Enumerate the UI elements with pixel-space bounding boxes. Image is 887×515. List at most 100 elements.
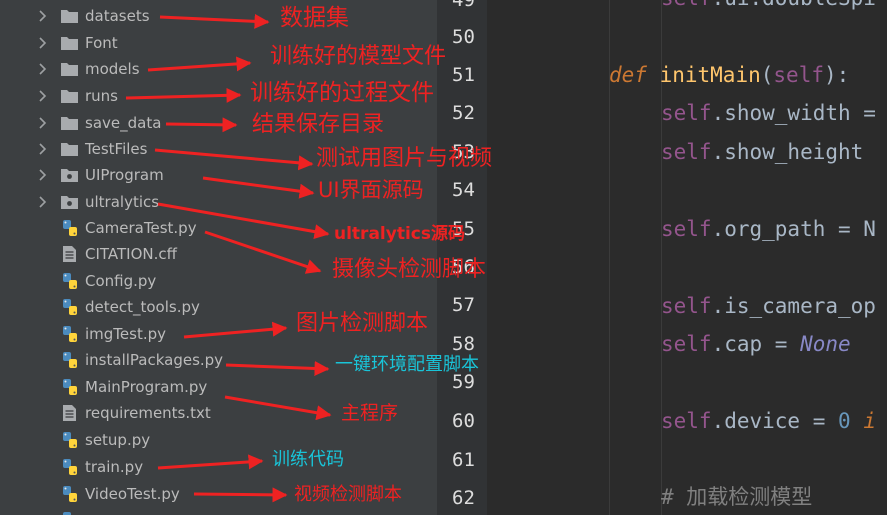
code-line-51[interactable]: def initMain(self): (609, 63, 849, 87)
tree-item-label: detect_tools.py (85, 298, 200, 316)
python-file-icon (63, 512, 71, 515)
code-text: .show_width = (711, 101, 876, 125)
line-number: 57 (452, 294, 475, 316)
code-line-62-comment[interactable]: # 加载检测模型 (661, 485, 812, 509)
code-line-49[interactable]: self.ui.doubleSpi (661, 0, 876, 10)
code-line-58[interactable]: self.cap = None (661, 332, 851, 356)
code-text: ): (823, 63, 850, 87)
if-keyword: i (850, 409, 876, 433)
self-keyword: self (661, 0, 712, 10)
python-file-icon (63, 432, 77, 448)
line-number: 52 (452, 102, 475, 124)
tree-item-label: train.py (85, 458, 144, 476)
annotation-label: 训练好的模型文件 (270, 44, 447, 69)
folder-icon (61, 10, 78, 23)
folder-icon (61, 143, 78, 156)
code-text: .device = (711, 409, 839, 433)
tree-item-mainprogram[interactable]: MainProgram.py (0, 374, 437, 400)
python-file-icon (63, 379, 77, 395)
code-text: .is_camera_op (711, 294, 876, 318)
tree-item-label: ultralytics (85, 193, 160, 211)
folder-icon (61, 63, 78, 76)
chevron-right-icon[interactable] (36, 168, 50, 182)
self-keyword: self (661, 101, 712, 125)
annotation-label: 摄像头检测脚本 (332, 257, 487, 282)
code-line-60[interactable]: self.device = 0 i (661, 409, 876, 433)
annotation-label: 图片检测脚本 (296, 311, 429, 336)
folder-icon (61, 117, 78, 130)
package-folder-icon (61, 169, 78, 182)
def-keyword: def (609, 63, 647, 87)
python-file-icon (63, 486, 77, 502)
chevron-right-icon[interactable] (36, 36, 50, 50)
code-text: ( (760, 63, 774, 87)
code-line-53[interactable]: self.show_height (661, 140, 863, 164)
annotation-label: 训练代码 (272, 449, 344, 470)
tree-item-label: TestFiles (85, 140, 148, 158)
annotation-label: 测试用图片与视频 (316, 146, 493, 171)
tree-item-label: VideoTest.py (85, 485, 180, 503)
self-keyword: self (773, 63, 824, 87)
annotation-label: UI界面源码 (318, 178, 424, 202)
annotation-label: 视频检测脚本 (294, 484, 402, 505)
python-file-icon (63, 273, 77, 289)
tree-item-label: Config.py (85, 272, 157, 290)
line-number: 51 (452, 64, 475, 86)
tree-item-label: imgTest.py (85, 325, 167, 343)
tree-item-label: Font (85, 34, 118, 52)
tree-item-setup[interactable]: setup.py (0, 427, 437, 453)
annotation-label: 主程序 (341, 402, 399, 424)
folder-icon (61, 90, 78, 103)
code-editor[interactable]: self.ui.doubleSpi def initMain(self): se… (487, 0, 887, 515)
line-number: 54 (452, 179, 475, 201)
tree-item-label: UIProgram (85, 166, 164, 184)
python-file-icon (63, 299, 77, 315)
chevron-right-icon[interactable] (36, 116, 50, 130)
line-number: 49 (452, 0, 475, 11)
tree-item-datasets[interactable]: datasets (0, 3, 437, 29)
code-text: .org_path = N (711, 217, 876, 241)
code-line-52[interactable]: self.show_width = (661, 101, 876, 125)
self-keyword: self (661, 140, 712, 164)
tree-item-train[interactable]: train.py (0, 454, 437, 480)
line-number: 58 (452, 333, 475, 355)
function-name: initMain (659, 63, 761, 87)
code-line-55[interactable]: self.org_path = N (661, 217, 876, 241)
annotation-label: 数据集 (280, 5, 349, 31)
tree-item-partial[interactable] (0, 507, 437, 515)
line-number: 62 (452, 487, 475, 509)
chevron-right-icon[interactable] (36, 62, 50, 76)
python-file-icon (63, 352, 77, 368)
chevron-right-icon[interactable] (36, 9, 50, 23)
annotation-label: 一键环境配置脚本 (335, 354, 479, 375)
tree-item-label: MainProgram.py (85, 378, 208, 396)
chevron-right-icon[interactable] (36, 89, 50, 103)
python-file-icon (63, 326, 77, 342)
tree-item-label: datasets (85, 7, 150, 25)
tree-item-label: CITATION.cff (85, 245, 177, 263)
tree-item-label: models (85, 60, 140, 78)
line-number: 50 (452, 26, 475, 48)
tree-item-label: setup.py (85, 431, 151, 449)
tree-item-label: runs (85, 87, 118, 105)
line-number: 61 (452, 449, 475, 471)
code-text: .ui.doubleSpi (712, 0, 876, 10)
code-line-57[interactable]: self.is_camera_op (661, 294, 876, 318)
code-text: .cap = (711, 332, 801, 356)
none-keyword: None (800, 332, 851, 356)
code-text: .show_height (711, 140, 864, 164)
chevron-right-icon[interactable] (36, 142, 50, 156)
self-keyword: self (661, 217, 712, 241)
annotation-label: 训练好的过程文件 (250, 80, 434, 106)
chevron-right-icon[interactable] (36, 195, 50, 209)
annotation-label: 结果保存目录 (252, 112, 385, 137)
python-file-icon (63, 459, 77, 475)
tree-item-label: CameraTest.py (85, 219, 197, 237)
text-file-icon (63, 405, 76, 421)
folder-icon (61, 37, 78, 50)
tree-item-label: installPackages.py (85, 351, 224, 369)
self-keyword: self (661, 332, 712, 356)
annotation-label: ultralytics源码 (334, 224, 465, 244)
python-file-icon (63, 220, 77, 236)
package-folder-icon (61, 196, 78, 209)
